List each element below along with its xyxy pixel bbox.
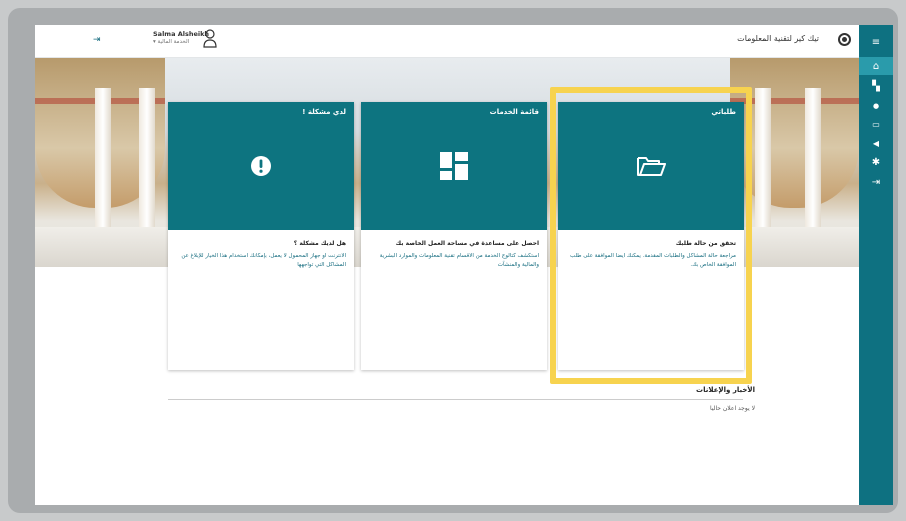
chat-icon[interactable]: ●	[859, 97, 893, 115]
logout-icon[interactable]: ⇥	[859, 173, 893, 191]
screenshot-frame: ⇥ Salma Alsheikh ▾ الخدمة المالية تيك كي…	[8, 8, 898, 513]
brand-logo-icon	[838, 33, 851, 46]
card-description: الانترنت او جهاز المحمول لا يعمل، بإمكان…	[181, 253, 346, 268]
card-header: قائمة الخدمات	[361, 102, 547, 230]
folder-icon[interactable]: ▭	[859, 115, 893, 133]
exclamation-icon	[168, 146, 354, 186]
news-empty-text: لا يوجد اعلان حاليا	[709, 405, 755, 412]
user-avatar-icon[interactable]	[203, 28, 217, 48]
services-grid-icon	[361, 146, 547, 186]
user-name: Salma Alsheikh	[153, 30, 210, 38]
card-subtitle: احصل على مساعدة في مساحة العمل الخاصة بك	[395, 240, 539, 247]
service-catalog-card[interactable]: قائمة الخدمات احصل على مساعدة في مساحة ا…	[361, 102, 547, 370]
menu-icon[interactable]: ≡	[859, 33, 893, 51]
services-grid-icon[interactable]: ▚	[859, 77, 893, 95]
app-window: ⇥ Salma Alsheikh ▾ الخدمة المالية تيك كي…	[35, 25, 893, 505]
settings-icon[interactable]: ✱	[859, 153, 893, 171]
top-bar: ⇥ Salma Alsheikh ▾ الخدمة المالية تيك كي…	[35, 25, 859, 58]
sidebar: ≡ ⌂ ▚ ● ▭ ◀ ✱ ⇥	[859, 25, 893, 505]
app-title: تيك كير لتقنية المعلومات	[737, 34, 819, 43]
card-title: لدي مشكلة !	[302, 108, 346, 116]
highlight-box	[550, 87, 752, 384]
logout-icon[interactable]: ⇥	[93, 35, 101, 45]
news-divider	[168, 399, 743, 400]
card-header: لدي مشكلة !	[168, 102, 354, 230]
megaphone-icon[interactable]: ◀	[859, 134, 893, 152]
card-description: استكشف كتالوج الخدمة من الاقسام تقنية ال…	[379, 253, 539, 268]
card-title: قائمة الخدمات	[489, 108, 539, 116]
report-problem-card[interactable]: لدي مشكلة ! هل لديك مشكلة ؟ الانترنت او …	[168, 102, 354, 370]
card-subtitle: هل لديك مشكلة ؟	[293, 240, 346, 247]
home-icon[interactable]: ⌂	[859, 57, 893, 75]
news-title: الأخبار والإعلانات	[696, 386, 755, 394]
user-department-dropdown[interactable]: ▾ الخدمة المالية	[153, 39, 189, 45]
